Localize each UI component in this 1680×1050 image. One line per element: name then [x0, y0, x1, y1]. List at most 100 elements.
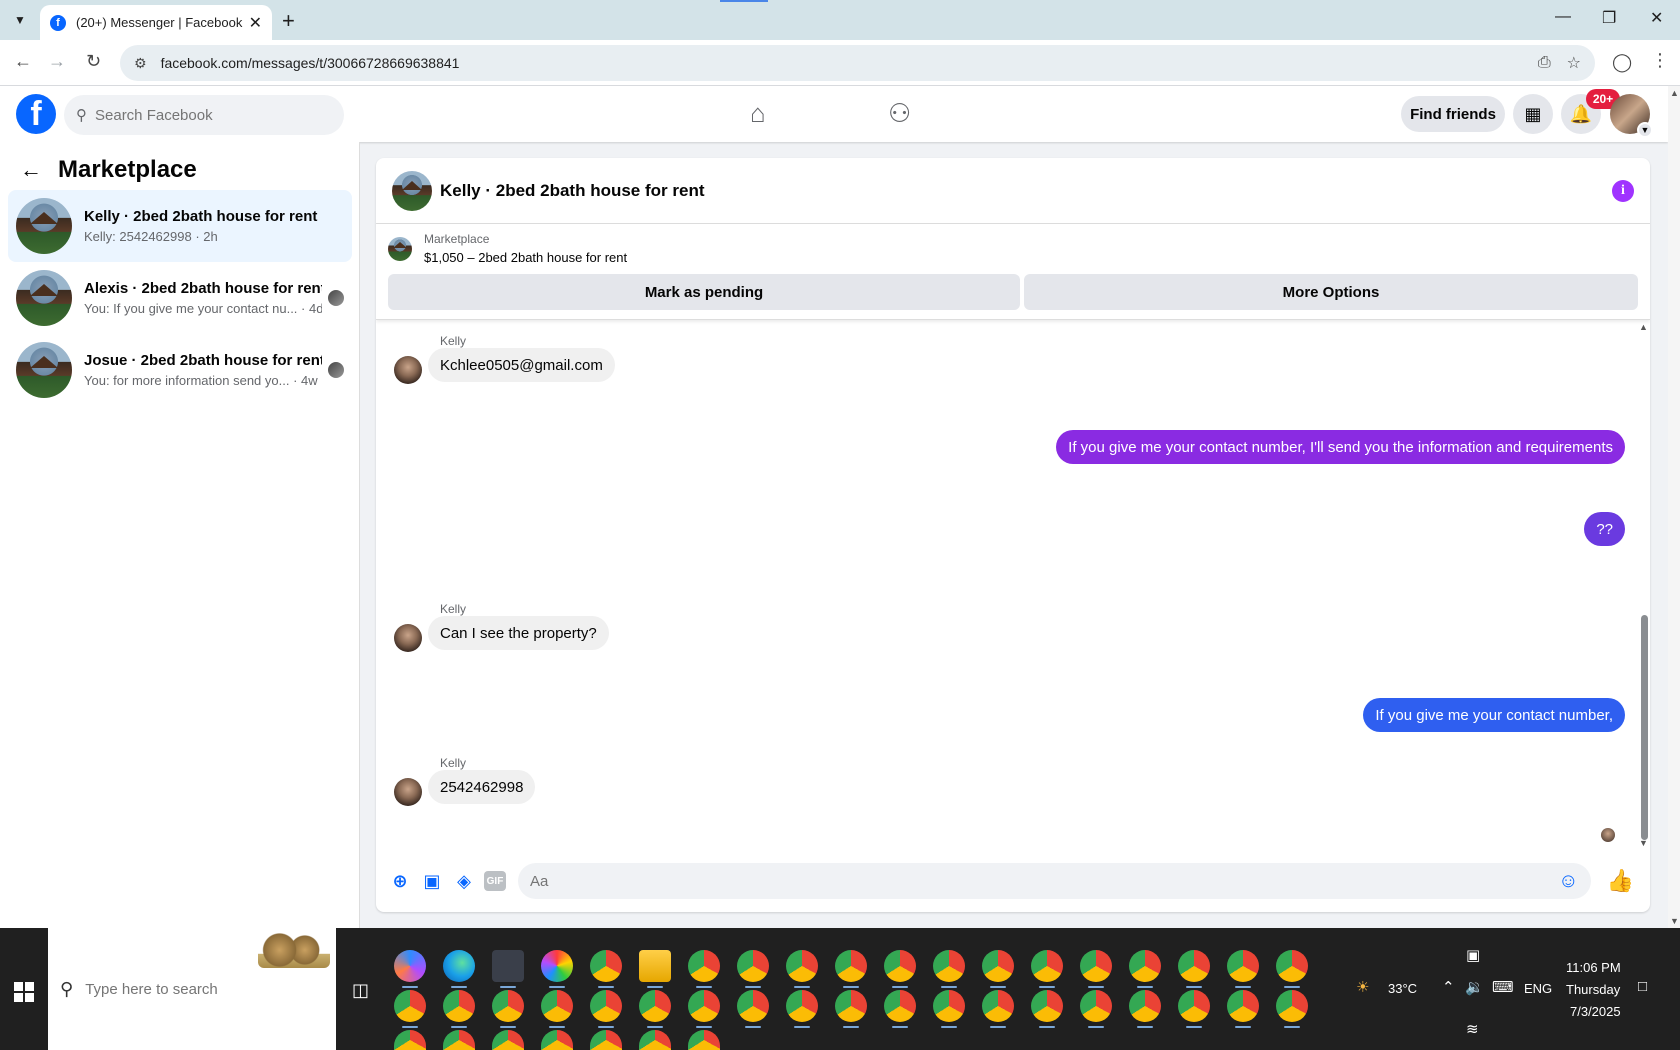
- chrome-profile-icon[interactable]: [590, 1030, 622, 1050]
- chrome-profile-icon[interactable]: [1276, 990, 1308, 1028]
- new-tab-plus-icon[interactable]: +: [282, 8, 295, 34]
- scroll-down-icon[interactable]: ▼: [1639, 838, 1648, 848]
- chrome-profile-icon[interactable]: [1031, 990, 1063, 1028]
- browser-tab-messenger[interactable]: f (20+) Messenger | Facebook ✕: [40, 5, 272, 40]
- chrome-profile-icon[interactable]: [1080, 950, 1112, 988]
- search-highlight-illustration[interactable]: [258, 932, 330, 968]
- chrome-profile-icon[interactable]: [688, 990, 720, 1028]
- scrollbar-thumb[interactable]: [1641, 615, 1648, 840]
- chrome-profile-icon[interactable]: [786, 990, 818, 1028]
- incoming-message-bubble[interactable]: 2542462998: [428, 770, 536, 804]
- chrome-profile-icon[interactable]: [394, 990, 426, 1028]
- message-input-field[interactable]: ☺: [518, 863, 1591, 899]
- weather-icon[interactable]: ☀: [1356, 978, 1369, 996]
- copilot-app-icon[interactable]: [394, 950, 426, 988]
- back-arrow-icon[interactable]: ←: [14, 51, 32, 72]
- chrome-profile-icon[interactable]: [541, 990, 573, 1028]
- chrome-profile-icon[interactable]: [1129, 990, 1161, 1028]
- clock-time[interactable]: 11:06 PM: [1566, 960, 1621, 975]
- listing-summary[interactable]: Marketplace $1,050 – 2bed 2bath house fo…: [388, 232, 627, 265]
- chrome-profile-icon[interactable]: [1227, 990, 1259, 1028]
- taskbar-search-input[interactable]: [85, 980, 266, 998]
- sticker-icon[interactable]: ◈: [452, 869, 476, 893]
- meet-now-icon[interactable]: ▣: [1466, 946, 1480, 964]
- chrome-profile-icon[interactable]: [492, 990, 524, 1028]
- notification-center-icon[interactable]: □: [1638, 978, 1647, 995]
- photos-app-icon[interactable]: [541, 950, 573, 988]
- chrome-profile-icon[interactable]: [688, 1030, 720, 1050]
- calculator-app-icon[interactable]: [492, 950, 524, 988]
- chrome-profile-icon[interactable]: [492, 1030, 524, 1050]
- chrome-profile-icon[interactable]: [639, 1030, 671, 1050]
- chrome-profile-icon-active[interactable]: [1031, 950, 1063, 988]
- close-window-icon[interactable]: ✕: [1650, 8, 1663, 28]
- sender-avatar[interactable]: [394, 778, 422, 806]
- back-arrow-icon[interactable]: ←: [20, 157, 42, 183]
- outgoing-message-bubble[interactable]: If you give me your contact number,: [1363, 698, 1625, 732]
- incoming-message-bubble[interactable]: Can I see the property?: [428, 616, 609, 650]
- chrome-profile-icon[interactable]: [835, 990, 867, 1028]
- outgoing-message-bubble[interactable]: ??: [1584, 512, 1625, 546]
- volume-icon[interactable]: 🔉: [1465, 978, 1484, 996]
- incoming-message-bubble[interactable]: Kchlee0505@gmail.com: [428, 348, 615, 382]
- taskbar-search-box[interactable]: ⚲: [48, 928, 336, 1050]
- windows-start-icon[interactable]: [14, 982, 34, 1002]
- chrome-profile-icon[interactable]: [737, 950, 769, 988]
- conversation-item-alexis[interactable]: Alexis · 2bed 2bath house for rent You: …: [8, 262, 352, 334]
- weather-temperature[interactable]: 33°C: [1388, 981, 1417, 996]
- chrome-profile-icon[interactable]: [737, 990, 769, 1028]
- facebook-search-input[interactable]: [95, 106, 315, 124]
- outgoing-message-bubble[interactable]: If you give me your contact number, I'll…: [1056, 430, 1625, 464]
- add-plus-icon[interactable]: ⊕: [388, 869, 412, 893]
- scroll-up-icon[interactable]: ▲: [1670, 88, 1679, 98]
- chrome-profile-icon[interactable]: [786, 950, 818, 988]
- input-language[interactable]: ENG: [1524, 981, 1552, 996]
- chrome-app-icon[interactable]: [590, 950, 622, 988]
- forward-arrow-icon[interactable]: →: [48, 51, 66, 72]
- chrome-profile-icon[interactable]: [394, 1030, 426, 1050]
- chrome-profile-icon[interactable]: [982, 990, 1014, 1028]
- message-input[interactable]: [530, 872, 1559, 890]
- scroll-up-icon[interactable]: ▲: [1639, 322, 1648, 332]
- scroll-down-icon[interactable]: ▼: [1670, 916, 1679, 926]
- emoji-icon[interactable]: ☺: [1558, 870, 1578, 893]
- find-friends-button[interactable]: Find friends: [1401, 96, 1505, 132]
- chrome-profile-icon[interactable]: [1227, 950, 1259, 988]
- chrome-profile-icon[interactable]: [1080, 990, 1112, 1028]
- tab-search-chevron-icon[interactable]: ▼: [8, 8, 32, 32]
- site-info-icon[interactable]: ⚙: [134, 55, 147, 72]
- page-scrollbar[interactable]: ▲ ▼: [1668, 86, 1680, 928]
- chrome-profile-icon[interactable]: [688, 950, 720, 988]
- close-tab-icon[interactable]: ✕: [249, 13, 262, 33]
- info-icon[interactable]: i: [1612, 179, 1634, 202]
- mark-as-pending-button[interactable]: Mark as pending: [388, 274, 1020, 310]
- facebook-logo-icon[interactable]: f: [16, 94, 56, 134]
- home-icon[interactable]: ⌂: [750, 98, 766, 129]
- listing-thumbnail[interactable]: [392, 170, 432, 211]
- chrome-profile-icon[interactable]: [443, 1030, 475, 1050]
- chrome-profile-icon[interactable]: [1276, 950, 1308, 988]
- account-chevron-icon[interactable]: ▼: [1637, 122, 1653, 138]
- thumbs-up-like-icon[interactable]: 👍: [1607, 868, 1634, 894]
- chrome-profile-icon[interactable]: [1178, 950, 1210, 988]
- chrome-profile-icon[interactable]: [933, 950, 965, 988]
- restore-window-icon[interactable]: ❐: [1602, 8, 1616, 28]
- keyboard-icon[interactable]: ⌨: [1492, 978, 1514, 996]
- conversation-item-kelly[interactable]: Kelly · 2bed 2bath house for rent Kelly:…: [8, 190, 352, 262]
- chrome-profile-icon[interactable]: [884, 990, 916, 1028]
- chrome-profile-icon[interactable]: [639, 990, 671, 1028]
- chrome-profile-icon[interactable]: [933, 990, 965, 1028]
- menu-grid-icon[interactable]: ▦: [1513, 94, 1553, 134]
- chat-scrollbar[interactable]: ▲ ▼: [1638, 320, 1650, 850]
- chrome-profile-icon[interactable]: [1178, 990, 1210, 1028]
- facebook-search-box[interactable]: ⚲: [64, 95, 344, 135]
- show-hidden-icons-chevron-icon[interactable]: ⌃: [1442, 978, 1455, 996]
- clock-day[interactable]: Thursday: [1566, 982, 1620, 997]
- browser-menu-icon[interactable]: ⋮: [1651, 50, 1669, 71]
- clock-date[interactable]: 7/3/2025: [1570, 1004, 1621, 1019]
- sender-avatar[interactable]: [394, 624, 422, 652]
- bookmark-star-icon[interactable]: ☆: [1567, 53, 1581, 73]
- file-explorer-icon[interactable]: [639, 950, 671, 988]
- browser-profile-icon[interactable]: ◯: [1612, 52, 1632, 73]
- chrome-profile-icon[interactable]: [982, 950, 1014, 988]
